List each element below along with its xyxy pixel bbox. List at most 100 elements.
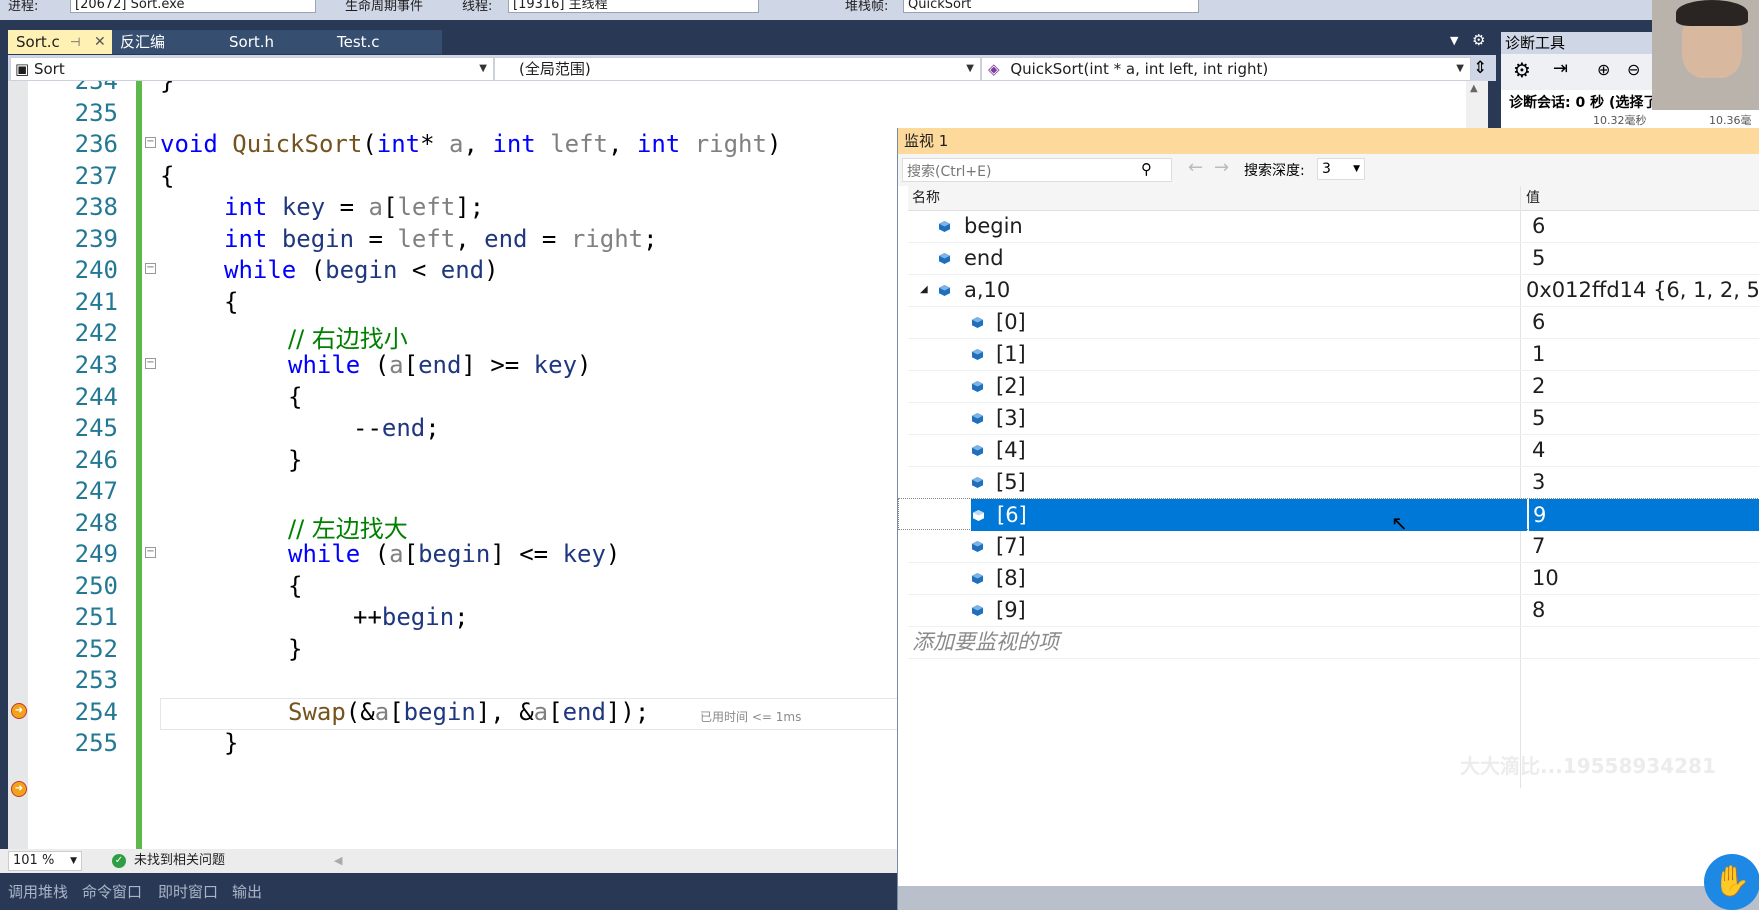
zoom-combo[interactable]: 101 % ▼	[8, 851, 82, 871]
code-line: void QuickSort(int* a, int left, int rig…	[160, 130, 782, 158]
search-icon[interactable]: ⚲	[1141, 160, 1152, 178]
watch-row[interactable]: [2] 2	[908, 370, 1759, 403]
watch-row[interactable]: [9] 8	[908, 594, 1759, 627]
tab-dropdown-icon[interactable]: ▼	[1450, 34, 1458, 47]
watch-row[interactable]: [8] 10	[908, 562, 1759, 595]
tab-label: 反汇编	[120, 33, 166, 51]
watch-row[interactable]: end 5	[908, 242, 1759, 275]
tab-output[interactable]: 输出	[232, 881, 262, 902]
project-combo[interactable]: ▣ Sort ▼	[10, 57, 494, 81]
tab-sort-c[interactable]: Sort.c ⊣ ✕	[8, 30, 118, 54]
gear-icon[interactable]: ⚙	[1513, 58, 1531, 82]
variable-icon	[972, 317, 983, 328]
code-line: ++begin;	[353, 603, 469, 631]
watch-value[interactable]: 2	[1532, 370, 1545, 402]
watch-value[interactable]: 3	[1532, 466, 1545, 498]
watch-value[interactable]: 5	[1532, 402, 1545, 434]
issues-status[interactable]: 未找到相关问题	[134, 849, 225, 873]
fold-toggle[interactable]: −	[145, 263, 156, 274]
tab-sort-h[interactable]: Sort.h	[221, 30, 332, 54]
process-label: 进程:	[8, 0, 39, 14]
thread-combo[interactable]: [19316] 主线程	[508, 0, 759, 13]
line-number: 246	[74, 446, 118, 474]
watch-name: [2]	[996, 374, 1026, 398]
column-value-header[interactable]: 值	[1526, 186, 1540, 210]
zoom-out-icon[interactable]: ⊖	[1627, 60, 1640, 79]
code-comment: // 左边找大	[288, 515, 408, 543]
fold-toggle[interactable]: −	[145, 358, 156, 369]
watch-row[interactable]: [5] 3	[908, 466, 1759, 499]
watch-title: 监视 1	[898, 128, 1759, 154]
export-icon[interactable]: ⇥	[1553, 58, 1568, 79]
watch-value[interactable]: 10	[1532, 562, 1559, 594]
line-number: 254	[74, 698, 118, 726]
project-icon: ▣	[15, 60, 30, 78]
tab-label: Sort.c	[16, 33, 60, 51]
add-watch-row[interactable]: 添加要监视的项	[908, 626, 1759, 659]
watch-value[interactable]: 4	[1532, 434, 1545, 466]
fold-toggle[interactable]: −	[145, 547, 156, 558]
watch-value[interactable]: 9	[1533, 499, 1546, 531]
code-line: while (a[end] >= key)	[288, 351, 592, 379]
watch-value[interactable]: 6	[1532, 306, 1545, 338]
fold-toggle[interactable]: −	[145, 137, 156, 148]
add-watch-placeholder[interactable]: 添加要监视的项	[912, 626, 1059, 658]
code-line: {	[160, 162, 175, 190]
watch-value[interactable]: 1	[1532, 338, 1545, 370]
check-icon: ✓	[112, 854, 126, 868]
tab-call-stack[interactable]: 调用堆栈	[8, 881, 68, 902]
scroll-left-icon[interactable]: ◀	[334, 849, 342, 873]
function-value: QuickSort(int * a, int left, int right)	[1010, 60, 1269, 78]
function-combo[interactable]: ◈ QuickSort(int * a, int left, int right…	[981, 57, 1471, 81]
watch-value[interactable]: 5	[1532, 242, 1545, 274]
stack-frame-combo[interactable]: QuickSort	[903, 0, 1199, 13]
back-arrow-icon[interactable]: ←	[1188, 157, 1203, 178]
watch-row[interactable]: [1] 1	[908, 338, 1759, 371]
watch-row[interactable]: [7] 7	[908, 530, 1759, 563]
watch-name: [7]	[996, 534, 1026, 558]
watch-value[interactable]: 8	[1532, 594, 1545, 626]
expand-arrow-icon[interactable]: ◢	[920, 274, 928, 306]
pin-icon[interactable]: ⊣	[70, 30, 80, 54]
column-name-header[interactable]: 名称	[912, 186, 940, 210]
watch-search-field[interactable]: 搜索(Ctrl+E) ⚲	[902, 158, 1172, 182]
watch-row[interactable]: [0] 6	[908, 306, 1759, 339]
indicator-margin[interactable]	[8, 81, 28, 849]
instruction-pointer-icon: ➜	[11, 703, 27, 719]
watch-value[interactable]: 7	[1532, 530, 1545, 562]
code-line: {	[288, 383, 303, 411]
line-number: 236	[74, 130, 118, 158]
forward-arrow-icon[interactable]: →	[1214, 157, 1229, 178]
selection-highlight	[971, 499, 1527, 531]
depth-combo[interactable]: 3 ▼	[1317, 158, 1365, 180]
variable-icon	[973, 510, 984, 521]
watch-row[interactable]: ◢ a,10 0x012ffd14 {6, 1, 2, 5, 4,	[908, 274, 1759, 307]
watch-row[interactable]: begin 6	[908, 210, 1759, 243]
process-combo[interactable]: [20672] Sort.exe	[70, 0, 316, 13]
watch-row-selected[interactable]: [6] 9 ↖	[898, 498, 1759, 535]
close-icon[interactable]: ✕	[94, 30, 106, 54]
zoom-in-icon[interactable]: ⊕	[1597, 60, 1610, 79]
watch-name: [9]	[996, 598, 1026, 622]
lifecycle-label[interactable]: 生命周期事件	[345, 0, 423, 14]
hand-icon[interactable]: ✋	[1704, 854, 1759, 910]
scope-combo[interactable]: (全局范围) ▼	[494, 57, 981, 81]
split-icon[interactable]: ⇕	[1473, 58, 1487, 78]
watch-value[interactable]: 0x012ffd14 {6, 1, 2, 5, 4,	[1526, 274, 1759, 306]
tab-disassembly[interactable]: 反汇编	[112, 30, 223, 54]
tab-label: Sort.h	[229, 33, 275, 51]
watch-row[interactable]: [3] 5	[908, 402, 1759, 435]
timeline-tick: 10.32毫秒	[1593, 114, 1647, 127]
timeline-tick: 10.36毫	[1709, 114, 1752, 127]
watch-value[interactable]: 6	[1532, 210, 1545, 242]
watch-name: end	[964, 246, 1004, 270]
variable-icon	[939, 221, 950, 232]
gear-icon[interactable]: ⚙	[1472, 31, 1485, 49]
tab-test-c[interactable]: Test.c	[329, 30, 442, 54]
line-number: 245	[74, 414, 118, 442]
variable-icon	[972, 413, 983, 424]
watch-row[interactable]: [4] 4	[908, 434, 1759, 467]
tab-immediate-window[interactable]: 即时窗口	[158, 881, 218, 902]
scroll-up-icon[interactable]: ▲	[1470, 83, 1478, 94]
tab-command-window[interactable]: 命令窗口	[82, 881, 142, 902]
